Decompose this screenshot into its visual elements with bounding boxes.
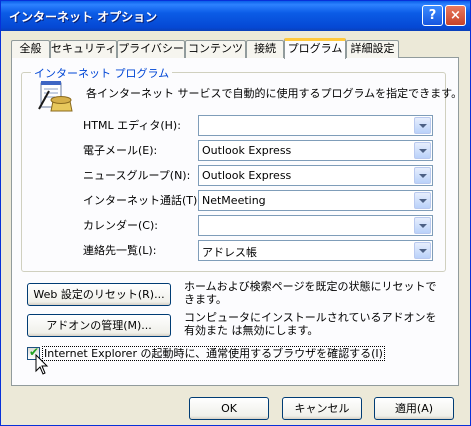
reset-web-settings-button[interactable]: Web 設定のリセット(R)... xyxy=(27,283,171,306)
help-icon: ? xyxy=(428,8,437,23)
apply-button[interactable]: 適用(A) xyxy=(374,397,454,420)
tab-privacy[interactable]: プライバシー xyxy=(117,40,185,58)
close-button[interactable]: × xyxy=(445,5,466,26)
chevron-down-icon[interactable] xyxy=(414,242,431,259)
chevron-down-icon[interactable] xyxy=(414,192,431,209)
tab-label: プログラム xyxy=(287,42,343,55)
email-select[interactable]: Outlook Express xyxy=(198,140,433,161)
button-label: キャンセル xyxy=(294,402,350,415)
ok-button[interactable]: OK xyxy=(189,397,269,420)
combo-value: アドレス帳 xyxy=(202,246,257,259)
button-label: 適用(A) xyxy=(394,402,434,415)
chevron-down-icon[interactable] xyxy=(414,217,431,234)
help-button[interactable]: ? xyxy=(422,5,443,26)
html-editor-select[interactable] xyxy=(198,115,433,136)
combo-value: NetMeeting xyxy=(202,194,266,207)
combo-value: Outlook Express xyxy=(202,169,292,182)
contacts-select[interactable]: アドレス帳 xyxy=(198,240,433,261)
tab-label: コンテンツ xyxy=(188,42,243,55)
internet-call-select[interactable]: NetMeeting xyxy=(198,190,433,211)
close-icon: × xyxy=(450,8,461,23)
title-bar[interactable]: インターネット オプション ? × xyxy=(1,1,470,31)
calendar-label: カレンダー(C): xyxy=(83,219,158,232)
programs-description: 各インターネット サービスで自動的に使用するプログラムを指定できます。 xyxy=(86,87,463,100)
email-label: 電子メール(E): xyxy=(83,144,158,157)
manage-addons-button[interactable]: アドオンの管理(M)... xyxy=(27,314,171,337)
internet-call-label: インターネット通話(T): xyxy=(83,194,202,207)
button-label: アドオンの管理(M)... xyxy=(46,319,152,332)
newsgroups-label: ニュースグループ(N): xyxy=(83,169,191,182)
addons-description: コンピュータにインストールされているアドオンを有効また は無効にします。 xyxy=(184,311,437,337)
tab-label: プライバシー xyxy=(118,42,184,55)
dialog-window: インターネット オプション ? × 全般 セキュリティ プライバシー コンテンツ… xyxy=(0,0,471,426)
mouse-pointer-icon xyxy=(35,354,49,375)
tab-general[interactable]: 全般 xyxy=(11,40,50,58)
chevron-down-icon[interactable] xyxy=(414,167,431,184)
contacts-label: 連絡先一覧(L): xyxy=(83,244,157,257)
button-label: OK xyxy=(221,402,237,415)
tab-label: 接続 xyxy=(254,42,276,55)
tab-advanced[interactable]: 詳細設定 xyxy=(346,40,399,58)
tab-programs[interactable]: プログラム xyxy=(284,38,346,59)
default-browser-label[interactable]: Internet Explorer の起動時に、通常使用するブラウザを確認する(… xyxy=(42,346,385,361)
combo-value: Outlook Express xyxy=(202,144,292,157)
chevron-down-icon[interactable] xyxy=(414,142,431,159)
tab-label: 全般 xyxy=(19,42,42,55)
tab-label: 詳細設定 xyxy=(350,42,395,55)
reset-web-description: ホームおよび検索ページを既定の状態にリセットできます。 xyxy=(184,280,437,306)
programs-notepad-phone-icon xyxy=(38,81,73,112)
chevron-down-icon[interactable] xyxy=(414,117,431,134)
tab-connections[interactable]: 接続 xyxy=(246,40,284,58)
tab-security[interactable]: セキュリティ xyxy=(50,40,117,58)
group-title: インターネット プログラム xyxy=(31,65,173,81)
calendar-select[interactable] xyxy=(198,215,433,236)
button-label: Web 設定のリセット(R)... xyxy=(33,288,165,301)
newsgroups-select[interactable]: Outlook Express xyxy=(198,165,433,186)
tab-content[interactable]: コンテンツ xyxy=(185,40,246,58)
window-title: インターネット オプション xyxy=(9,10,158,24)
html-editor-label: HTML エディタ(H): xyxy=(83,119,181,132)
tab-label: セキュリティ xyxy=(51,42,117,55)
cancel-button[interactable]: キャンセル xyxy=(282,397,362,420)
